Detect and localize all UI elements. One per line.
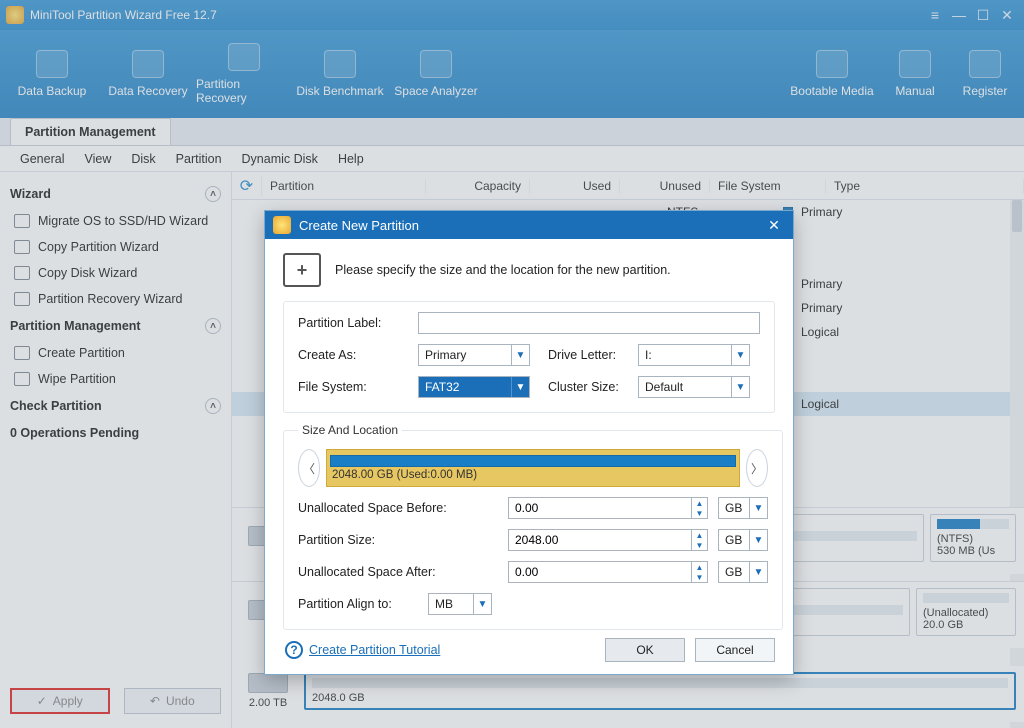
unit-select[interactable]: GB▼ xyxy=(718,561,768,583)
partition-size-input[interactable]: ▲▼ xyxy=(508,529,708,551)
number-field[interactable] xyxy=(509,562,691,582)
partition-form: Partition Label: Create As: Primary▼ Dri… xyxy=(283,301,775,413)
chevron-down-icon: ▼ xyxy=(749,498,767,518)
label-partition-align: Partition Align to: xyxy=(298,597,428,611)
dialog-logo-icon xyxy=(273,216,291,234)
unit-value: GB xyxy=(719,501,749,515)
select-value: I: xyxy=(639,348,731,362)
slider-fill xyxy=(330,455,736,467)
chevron-down-icon: ▼ xyxy=(511,345,529,365)
dialog-title: Create New Partition xyxy=(299,218,419,233)
unallocated-after-input[interactable]: ▲▼ xyxy=(508,561,708,583)
spin-down-icon[interactable]: ▼ xyxy=(692,540,707,550)
add-partition-icon: + xyxy=(283,253,321,287)
number-field[interactable] xyxy=(509,530,691,550)
unit-value: GB xyxy=(719,533,749,547)
ok-button[interactable]: OK xyxy=(605,638,685,662)
select-value: FAT32 xyxy=(419,380,511,394)
spin-up-icon[interactable]: ▲ xyxy=(692,498,707,508)
dialog-title-bar: Create New Partition ✕ xyxy=(265,211,793,239)
chevron-down-icon: ▼ xyxy=(473,594,491,614)
label-partition-size: Partition Size: xyxy=(298,533,508,547)
chevron-down-icon: ▼ xyxy=(731,377,749,397)
cancel-button[interactable]: Cancel xyxy=(695,638,775,662)
label-unallocated-after: Unallocated Space After: xyxy=(298,565,508,579)
slider-right-button[interactable]: 〉 xyxy=(746,449,768,487)
tutorial-link[interactable]: Create Partition Tutorial xyxy=(309,643,440,657)
label-file-system: File System: xyxy=(298,380,418,394)
help-icon[interactable]: ? xyxy=(285,641,303,659)
drive-letter-select[interactable]: I:▼ xyxy=(638,344,750,366)
select-value: Primary xyxy=(419,348,511,362)
label-unallocated-before: Unallocated Space Before: xyxy=(298,501,508,515)
create-as-select[interactable]: Primary▼ xyxy=(418,344,530,366)
partition-align-select[interactable]: MB▼ xyxy=(428,593,492,615)
label-cluster-size: Cluster Size: xyxy=(548,380,638,394)
chevron-down-icon: ▼ xyxy=(511,377,529,397)
size-and-location: Size And Location 〈 2048.00 GB (Used:0.0… xyxy=(283,423,783,630)
create-partition-dialog: Create New Partition ✕ + Please specify … xyxy=(264,210,794,675)
app-window: MiniTool Partition Wizard Free 12.7 ≡ — … xyxy=(0,0,1024,728)
label-partition-label: Partition Label: xyxy=(298,316,418,330)
fieldset-legend: Size And Location xyxy=(298,423,402,437)
select-value: Default xyxy=(639,380,731,394)
slider-label: 2048.00 GB (Used:0.00 MB) xyxy=(330,469,736,481)
dialog-description: Please specify the size and the location… xyxy=(335,263,671,277)
partition-slider[interactable]: 2048.00 GB (Used:0.00 MB) xyxy=(326,449,740,487)
unit-select[interactable]: GB▼ xyxy=(718,497,768,519)
cluster-size-select[interactable]: Default▼ xyxy=(638,376,750,398)
spin-up-icon[interactable]: ▲ xyxy=(692,562,707,572)
partition-label-input[interactable] xyxy=(418,312,760,334)
dialog-footer: ? Create Partition Tutorial OK Cancel xyxy=(283,638,775,662)
unit-value: GB xyxy=(719,565,749,579)
file-system-select[interactable]: FAT32▼ xyxy=(418,376,530,398)
chevron-down-icon: ▼ xyxy=(749,562,767,582)
label-drive-letter: Drive Letter: xyxy=(548,348,638,362)
dialog-close-icon[interactable]: ✕ xyxy=(763,214,785,236)
chevron-down-icon: ▼ xyxy=(749,530,767,550)
spin-up-icon[interactable]: ▲ xyxy=(692,530,707,540)
spin-down-icon[interactable]: ▼ xyxy=(692,572,707,582)
unit-select[interactable]: GB▼ xyxy=(718,529,768,551)
slider-left-button[interactable]: 〈 xyxy=(298,449,320,487)
unallocated-before-input[interactable]: ▲▼ xyxy=(508,497,708,519)
number-field[interactable] xyxy=(509,498,691,518)
spin-down-icon[interactable]: ▼ xyxy=(692,508,707,518)
chevron-down-icon: ▼ xyxy=(731,345,749,365)
label-create-as: Create As: xyxy=(298,348,418,362)
select-value: MB xyxy=(429,597,473,611)
